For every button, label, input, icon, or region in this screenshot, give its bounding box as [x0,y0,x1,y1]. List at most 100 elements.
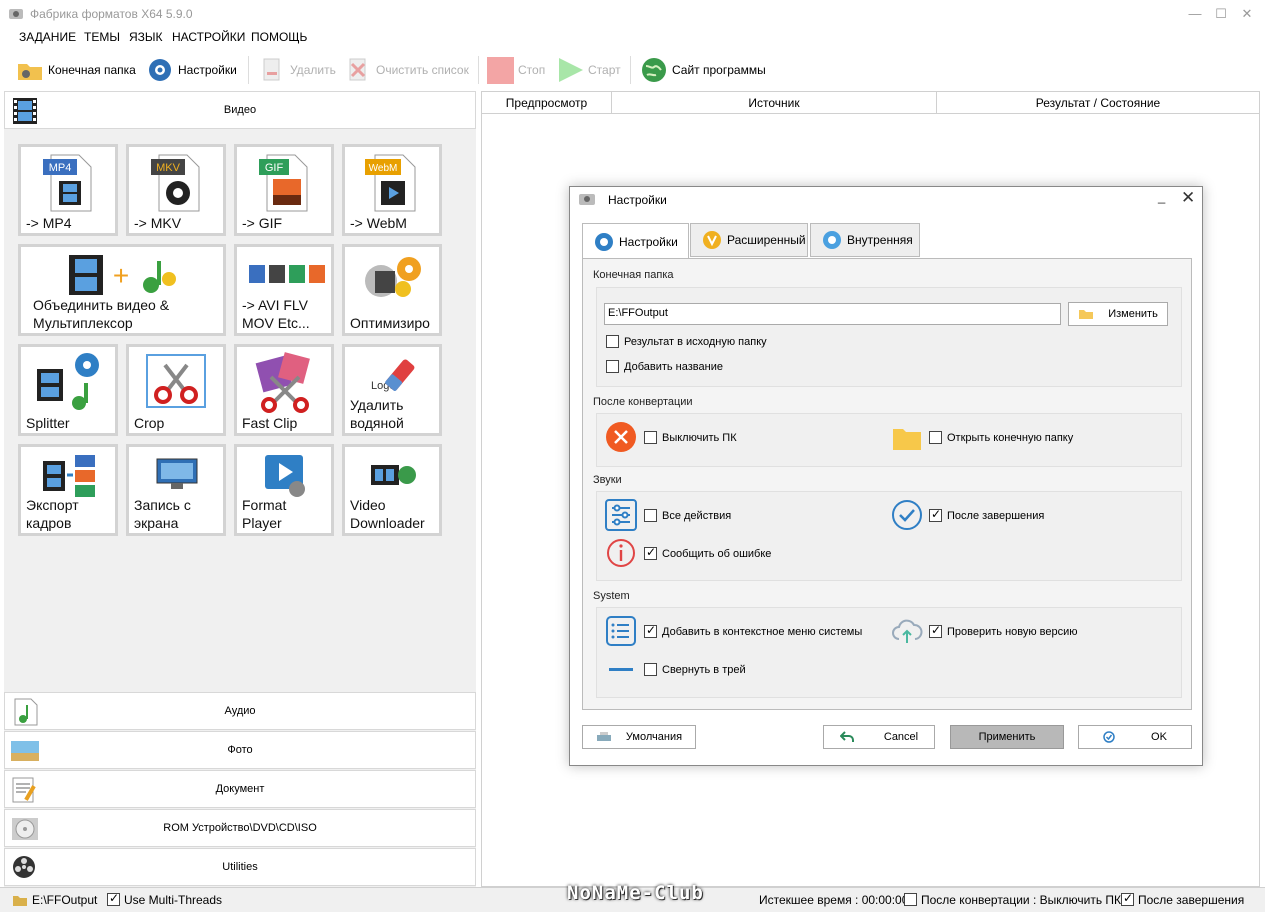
tile-export-frames[interactable]: Экспорт кадров [18,444,118,536]
after-finish-checkbox[interactable]: После завершения [929,507,1044,522]
dialog-minimize-button[interactable]: _ [1158,189,1165,204]
report-error-checkbox[interactable]: Сообщить об ошибке [644,545,771,560]
checkbox[interactable] [606,335,619,348]
after-done-status-checkbox[interactable] [1121,891,1134,907]
close-button[interactable]: ✕ [1234,4,1260,24]
defaults-button[interactable]: Умолчания [582,725,696,749]
category-video[interactable]: Видео [4,91,476,129]
minimize-button[interactable]: — [1182,4,1208,24]
column-preview[interactable]: Предпросмотр [482,92,612,114]
check-version-checkbox[interactable]: Проверить новую версию [929,623,1078,638]
category-rom-dvd[interactable]: ROM Устройство\DVD\CD\ISO [4,809,476,847]
crop-scissors-icon [146,354,206,408]
category-label: Видео [223,104,257,116]
checkbox[interactable] [644,663,657,676]
menu-language[interactable]: ЯЗЫК [129,30,163,44]
change-folder-button[interactable]: Изменить [1068,302,1168,326]
tile-merge-video[interactable]: + Объединить видео & Мультиплексор [18,244,226,336]
tile-to-mp4[interactable]: MP4 -> MP4 [18,144,118,236]
cancel-button[interactable]: Cancel [823,725,935,749]
add-name-checkbox[interactable]: Добавить название [606,360,723,373]
menu-help[interactable]: ПОМОЩЬ [251,30,307,44]
checkbox[interactable] [929,623,942,638]
after-conversion-status-checkbox[interactable] [904,893,917,907]
tile-fast-clip[interactable]: Fast Clip [234,344,334,436]
multithreads-checkbox[interactable] [107,891,120,907]
checkbox[interactable] [644,545,657,560]
mp4-file-icon: MP4 [43,154,92,212]
tile-label: -> MP4 [26,215,72,231]
section-system: System [593,590,630,602]
category-photo[interactable]: Фото [4,731,476,769]
status-output-path[interactable]: E:\FFOutput [32,893,97,907]
tile-to-avi-flv-mov[interactable]: -> AVI FLV MOV Etc... [234,244,334,336]
column-result[interactable]: Результат / Состояние [937,92,1259,114]
tile-remove-watermark[interactable]: Logo Удалить водяной [342,344,442,436]
shutdown-checkbox[interactable]: Выключить ПК [644,431,737,444]
tile-label: Fast Clip [242,415,298,431]
minimize-dash-icon [609,668,633,671]
app-icon [579,194,595,205]
sounds-group [596,491,1182,581]
category-audio[interactable]: Аудио [4,692,476,730]
tab-internal[interactable]: Внутренняя [810,223,920,257]
tile-video-downloader[interactable]: Video Downloader [342,444,442,536]
menu-task[interactable]: ЗАДАНИЕ [19,30,76,44]
tile-to-webm[interactable]: WebM -> WebM [342,144,442,236]
tab-advanced[interactable]: Расширенный [690,223,808,257]
tile-crop[interactable]: Crop [126,344,226,436]
category-panel: Видео MP4 -> MP4 MKV -> MKV GIF -> GIF W… [4,91,476,887]
tile-optimize[interactable]: Оптимизиро [342,244,442,336]
checkbox[interactable] [929,507,942,522]
delete-button[interactable]: Удалить [258,53,336,87]
folder-icon [18,64,42,80]
website-button[interactable]: Сайт программы [640,53,766,87]
merge-icon: + [69,255,176,295]
minimize-tray-checkbox[interactable]: Свернуть в трей [644,663,746,676]
tile-screen-record[interactable]: Запись с экрана [126,444,226,536]
maximize-button[interactable]: ☐ [1208,4,1234,24]
tab-settings[interactable]: Настройки [582,223,689,259]
category-document[interactable]: Документ [4,770,476,808]
tile-to-gif[interactable]: GIF -> GIF [234,144,334,236]
tile-label: -> AVI FLV MOV Etc... [242,297,310,331]
checkbox[interactable] [644,623,657,638]
elapsed-time: Истекшее время : 00:00:00 [759,893,909,907]
tile-splitter[interactable]: Splitter [18,344,118,436]
tile-format-player[interactable]: Format Player [234,444,334,536]
clear-list-button[interactable]: Очистить список [344,53,469,87]
checkbox[interactable] [107,891,120,906]
dialog-close-button[interactable]: ✕ [1181,188,1195,208]
checkbox[interactable] [929,431,942,444]
menu-settings[interactable]: НАСТРОЙКИ [172,30,245,44]
tile-to-mkv[interactable]: MKV -> MKV [126,144,226,236]
open-folder-checkbox[interactable]: Открыть конечную папку [929,431,1073,444]
checkbox[interactable] [644,431,657,444]
all-actions-checkbox[interactable]: Все действия [644,509,731,522]
menu-themes[interactable]: ТЕМЫ [84,30,120,44]
formats-icon [249,265,325,283]
gif-file-icon: GIF [259,154,308,212]
apply-button[interactable]: Применить [950,725,1064,749]
play-icon [559,58,583,82]
stop-button[interactable]: Стоп [486,53,545,87]
checkbox[interactable] [606,360,619,373]
output-folder-button[interactable]: Конечная папка [16,53,136,87]
printer-icon [596,732,611,741]
checkbox[interactable] [1121,891,1134,906]
checkbox[interactable] [904,893,917,906]
badge-text: GIF [265,162,284,174]
downloader-icon [371,465,416,485]
category-label: Аудио [224,705,256,717]
settings-button[interactable]: Настройки [146,53,237,87]
mkv-file-icon: MKV [151,154,200,212]
checkbox[interactable] [644,509,657,522]
column-source[interactable]: Источник [612,92,937,114]
category-utilities[interactable]: Utilities [4,848,476,886]
info-icon [607,539,635,567]
result-in-source-checkbox[interactable]: Результат в исходную папку [606,335,767,348]
output-path-input[interactable]: E:\FFOutput [604,303,1061,325]
ok-button[interactable]: OK [1078,725,1192,749]
context-menu-checkbox[interactable]: Добавить в контекстное меню системы [644,623,862,638]
start-button[interactable]: Старт [556,53,621,87]
